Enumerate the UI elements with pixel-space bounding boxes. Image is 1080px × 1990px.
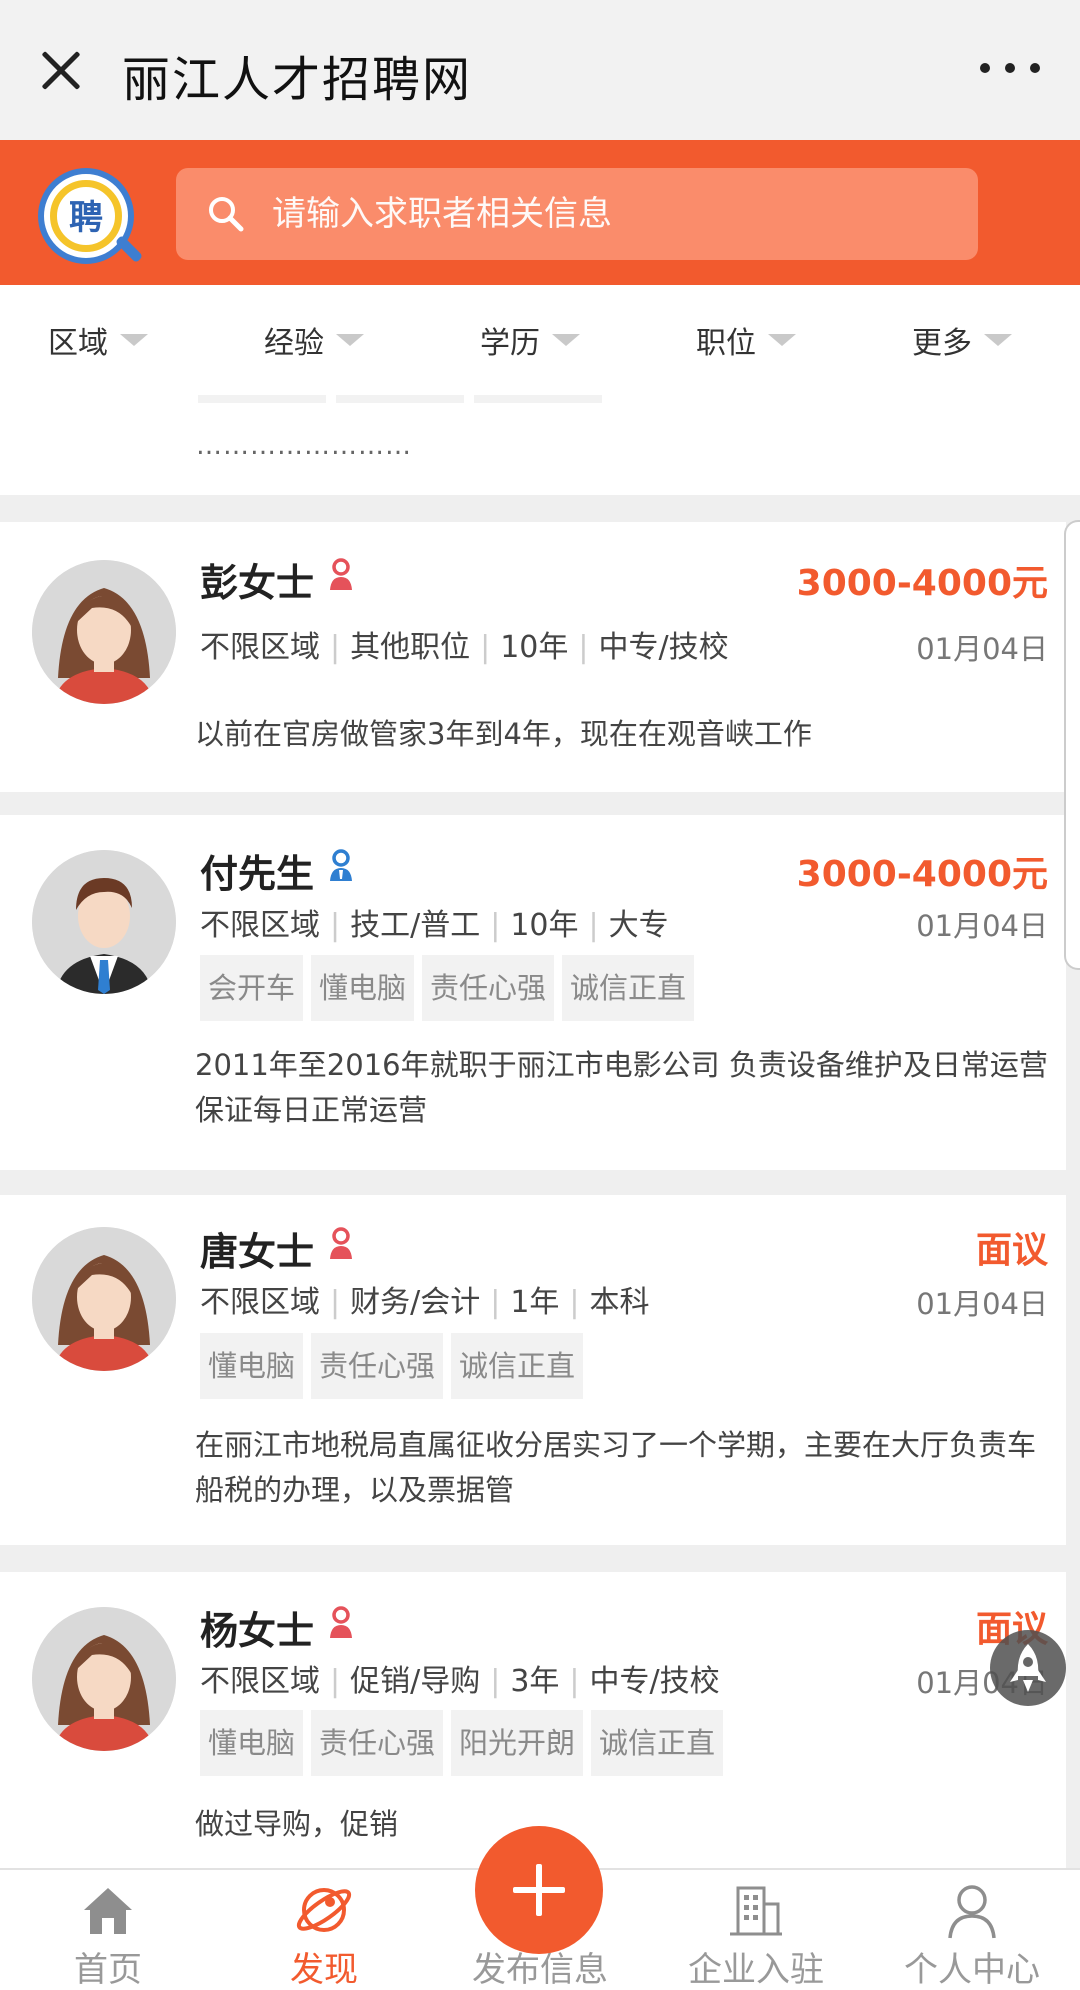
nav-company[interactable]: 企业入驻 (648, 1870, 864, 1990)
caret-down-icon (984, 334, 1012, 346)
search-input[interactable] (272, 168, 952, 260)
nav-home[interactable]: 首页 (0, 1870, 216, 1990)
more-options-icon[interactable] (980, 48, 1040, 88)
post-date: 01月04日 (916, 1287, 1048, 1321)
skill-tag: 责任心强 (422, 955, 555, 1021)
post-date: 01月04日 (916, 632, 1048, 666)
discover-icon (296, 1888, 352, 1932)
close-icon[interactable] (30, 30, 90, 110)
filter-bar: 区域 经验 学历 职位 更多 (0, 285, 1080, 395)
skill-tag: 懂电脑 (200, 1710, 304, 1776)
skill-tag: 诚信正直 (562, 955, 695, 1021)
search-header: 聘 (0, 140, 1080, 285)
female-icon (330, 1227, 352, 1259)
candidate-card[interactable]: 付先生 3000-4000元 不限区域 | 技工/普工 | 10年 | 大专 01月04日 … (0, 815, 1066, 1170)
search-box[interactable] (176, 168, 978, 260)
publish-button[interactable] (475, 1826, 603, 1954)
candidate-description: 以前在官房做管家3年到4年，现在在观音峡工作 (195, 717, 812, 751)
scrollbar[interactable] (1064, 520, 1080, 970)
site-logo[interactable]: 聘 (38, 168, 144, 264)
person-icon (948, 1885, 996, 1939)
skill-tag: 诚信正直 (451, 1333, 584, 1399)
avatar (32, 560, 176, 704)
nav-profile[interactable]: 个人中心 (864, 1870, 1080, 1990)
skill-tag: 懂电脑 (200, 1333, 304, 1399)
candidate-description: 在丽江市地税局直属征收分居实习了一个学期，主要在大厅负责车船税的办理，以及票据管 (195, 1428, 1037, 1507)
skill-tag: 责任心强 (311, 1710, 444, 1776)
home-icon (84, 1888, 132, 1934)
avatar (32, 1227, 176, 1371)
salary: 3000-4000元 (796, 563, 1048, 604)
post-date: 01月04日 (916, 909, 1048, 943)
candidate-name: 彭女士 (200, 561, 315, 605)
female-icon (330, 558, 352, 590)
list-item[interactable]: …………………… (0, 395, 1080, 495)
filter-position[interactable]: 职位 (648, 285, 864, 395)
skill-tags: 懂电脑 责任心强 阳光开朗 诚信正直 (200, 1710, 724, 1776)
salary: 面议 (975, 1230, 1048, 1271)
skill-tags: 懂电脑 责任心强 诚信正直 (200, 1333, 584, 1399)
female-icon (330, 1606, 352, 1638)
nav-discover[interactable]: 发现 (216, 1870, 432, 1990)
back-to-top-button[interactable] (990, 1630, 1066, 1706)
candidate-meta: 不限区域 | 技工/普工 | 10年 | 大专 (200, 908, 669, 943)
filter-area[interactable]: 区域 (0, 285, 216, 395)
candidate-meta: 不限区域 | 其他职位 | 10年 | 中专/技校 (200, 630, 729, 665)
candidate-description: 2011年至2016年就职于丽江市电影公司 负责设备维护及日常运营 保证每日正常… (195, 1048, 1048, 1127)
caret-down-icon (120, 334, 148, 346)
filter-education[interactable]: 学历 (432, 285, 648, 395)
salary: 3000-4000元 (796, 854, 1048, 895)
rocket-icon (1010, 1644, 1046, 1692)
candidate-name: 唐女士 (200, 1230, 315, 1274)
skill-tag: 责任心强 (311, 1333, 444, 1399)
search-icon (209, 197, 244, 232)
filter-experience[interactable]: 经验 (216, 285, 432, 395)
skill-tag: 懂电脑 (311, 955, 415, 1021)
candidate-card[interactable]: 彭女士 3000-4000元 不限区域 | 其他职位 | 10年 | 中专/技校 01月04… (0, 522, 1066, 792)
candidate-name: 付先生 (200, 852, 315, 896)
skill-tag: 阳光开朗 (451, 1710, 584, 1776)
caret-down-icon (768, 334, 796, 346)
candidate-meta: 不限区域 | 促销/导购 | 3年 | 中专/技校 (200, 1664, 720, 1699)
filter-more[interactable]: 更多 (864, 285, 1080, 395)
truncated-text: …………………… (196, 431, 412, 461)
building-icon (730, 1886, 782, 1936)
male-icon (330, 849, 352, 881)
candidate-description: 做过导购，促销 (195, 1807, 399, 1841)
skill-tags: 会开车 懂电脑 责任心强 诚信正直 (200, 955, 695, 1021)
title-bar: 丽江人才招聘网 (0, 0, 1080, 140)
candidate-meta: 不限区域 | 财务/会计 | 1年 | 本科 (200, 1285, 650, 1320)
skill-tag: 会开车 (200, 955, 304, 1021)
caret-down-icon (336, 334, 364, 346)
avatar (32, 850, 176, 994)
avatar (32, 1607, 176, 1751)
caret-down-icon (552, 334, 580, 346)
skill-tag: 诚信正直 (591, 1710, 724, 1776)
candidate-name: 杨女士 (200, 1609, 315, 1653)
candidate-card[interactable]: 唐女士 面议 不限区域 | 财务/会计 | 1年 | 本科 01月04日 懂电脑 责任心强 … (0, 1195, 1066, 1545)
window-title: 丽江人才招聘网 (122, 52, 473, 108)
